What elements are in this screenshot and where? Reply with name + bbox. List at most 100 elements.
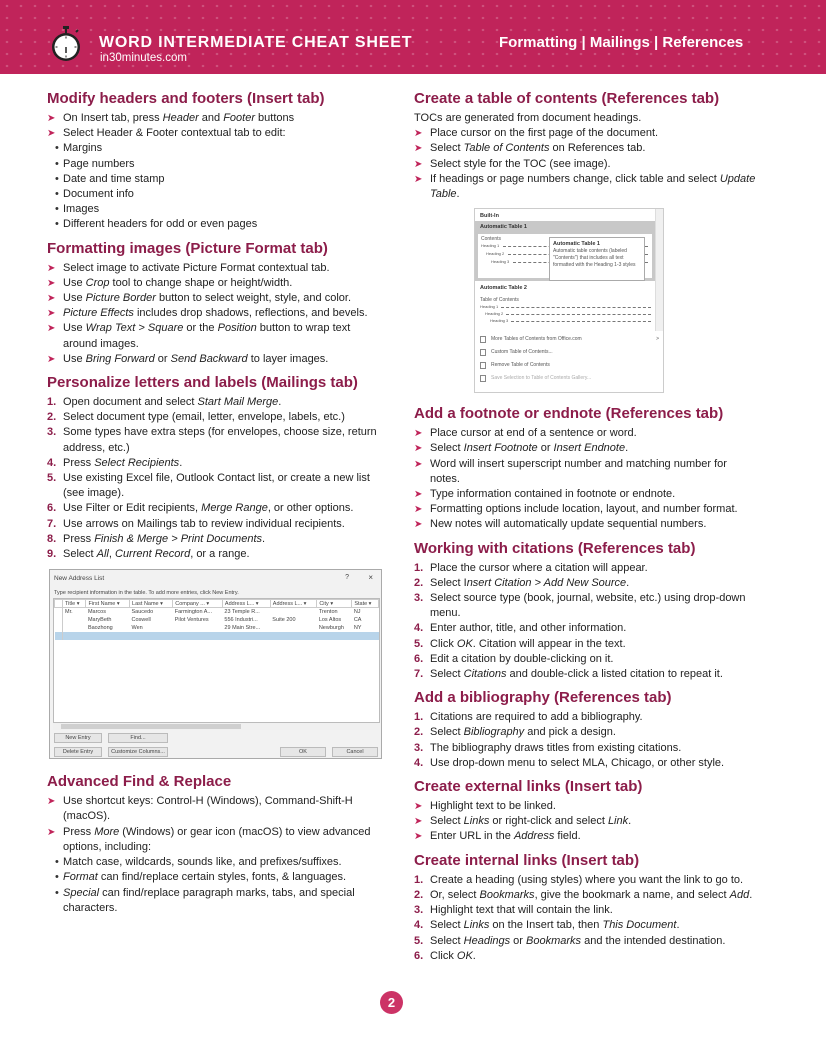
list-item: 1. Create a heading (using styles) where … (414, 873, 759, 888)
item-number: 7. (414, 668, 424, 681)
new-address-list-dialog: New Address List ? × Type recipient info… (49, 569, 382, 760)
table-cell[interactable]: Baozhong (86, 624, 130, 632)
table-cell[interactable]: 23 Temple R... (222, 608, 270, 616)
table-cell[interactable]: 29 Main Stre... (222, 624, 270, 632)
table-cell[interactable]: Mr. (63, 608, 86, 616)
column-header[interactable]: City ▾ (316, 599, 353, 609)
table-cell[interactable]: Saucedo (130, 608, 173, 616)
column-header[interactable]: First Name ▾ (85, 599, 131, 609)
toc-menu-item[interactable]: Remove Table of Contents (475, 359, 663, 372)
horizontal-scrollbar[interactable] (53, 723, 380, 731)
header-banner: WORD INTERMEDIATE CHEAT SHEET in30minute… (0, 0, 826, 74)
section-heading: Personalize letters and labels (Mailings… (47, 374, 358, 392)
list-item: 1. Open document and select Start Mail Me… (47, 395, 387, 410)
table-cell[interactable] (173, 624, 223, 632)
toc-menu-item[interactable]: Custom Table of Contents... (475, 346, 663, 359)
table-cell[interactable] (63, 616, 86, 624)
toc-menu-item[interactable]: Save Selection to Table of Contents Gall… (475, 372, 663, 385)
ok-button[interactable]: OK (280, 747, 326, 758)
list-item: 2. Select Insert Citation > Add New Sourc… (414, 576, 759, 591)
table-cell[interactable] (172, 631, 223, 640)
table-cell[interactable]: NY (352, 624, 379, 632)
contents-label: Contents (481, 236, 502, 243)
help-button[interactable]: ? (345, 574, 349, 581)
dialog-hint: Type recipient information in the table.… (54, 590, 239, 597)
table-cell[interactable]: NJ (352, 608, 379, 616)
column-header[interactable]: Address L... ▾ (221, 599, 271, 609)
table-cell[interactable] (351, 631, 379, 640)
table-row[interactable]: MaryBeth Coswell Pilot Ventures 556 Industr… (54, 615, 379, 624)
find-button[interactable]: Find... (108, 733, 168, 744)
table-cell[interactable]: MaryBeth (86, 616, 130, 624)
list-item: 1. Citations are required to add a biblio… (414, 710, 759, 725)
list-item: Select style for the TOC (see image). (414, 157, 759, 172)
table-cell[interactable] (129, 631, 173, 640)
menu-item-label: Custom Table of Contents... (491, 349, 553, 356)
address-grid: Title ▾ First Name ▾ Last Name ▾ Company ..… (53, 598, 380, 724)
row-selector[interactable] (54, 631, 63, 640)
table-cell[interactable] (316, 631, 352, 640)
automatic-table-2-option[interactable]: Automatic Table 2 (480, 285, 527, 291)
table-cell[interactable] (62, 631, 86, 640)
close-icon[interactable]: × (368, 573, 373, 582)
table-cell[interactable]: Trenton (317, 608, 352, 616)
table-cell[interactable] (270, 624, 317, 632)
list-item: Use Picture Border button to select weig… (47, 291, 387, 306)
table-cell[interactable]: Coswell (130, 616, 173, 624)
column-header[interactable]: Address L... ▾ (269, 599, 318, 609)
table-cell[interactable]: Los Altos (317, 616, 352, 624)
customize-columns-button[interactable]: Customize Columns... (108, 747, 168, 758)
table-cell[interactable] (222, 631, 271, 640)
row-selector[interactable] (54, 607, 63, 616)
table-cell[interactable]: Farmington A... (173, 608, 223, 616)
table-cell[interactable]: Suite 200 (270, 616, 317, 624)
table-row[interactable]: Mr. Marcos Saucedo Farmington A... 23 Temple… (54, 607, 379, 616)
scrollbar-thumb[interactable] (61, 724, 241, 730)
table-row[interactable] (54, 631, 379, 640)
column-header[interactable]: Title ▾ (61, 599, 87, 609)
section-heading: Working with citations (References tab) (414, 539, 696, 557)
section-find-replace: Advanced Find & Replace Use shortcut key… (47, 773, 387, 916)
heading-1-label: Heading 1 (481, 243, 500, 249)
table-cell[interactable] (270, 631, 317, 640)
table-cell[interactable]: 556 Industri... (222, 616, 270, 624)
column-header[interactable]: Company ... ▾ (172, 599, 223, 609)
column-header[interactable]: State ▾ (351, 599, 379, 609)
section-toc: Create a table of contents (References t… (414, 90, 759, 394)
section-heading: Modify headers and footers (Insert tab) (47, 90, 325, 107)
item-number: 2. (414, 576, 424, 589)
table-cell[interactable]: CA (352, 616, 379, 624)
list-item: 6. Use Filter or Edit recipients, Merge R… (47, 501, 387, 516)
cancel-button[interactable]: Cancel (332, 747, 378, 758)
stopwatch-icon (52, 26, 80, 61)
bullet-list: Highlight text to be linked.Select Links… (414, 799, 759, 845)
item-number: 8. (47, 532, 57, 545)
vertical-scrollbar[interactable] (655, 209, 663, 332)
table-cell[interactable] (63, 624, 86, 632)
table-cell[interactable]: Wen (130, 624, 173, 632)
table-row[interactable]: Baozhong Wen 29 Main Stre... Newburgh NY (54, 623, 379, 632)
list-item: 2. Select Bibliography and pick a design. (414, 725, 759, 740)
new-entry-button[interactable]: New Entry (54, 733, 102, 744)
row-selector[interactable] (54, 615, 63, 624)
bullet-list: Place cursor on the first page of the do… (414, 126, 759, 202)
list-item: 7. Use arrows on Mailings tab to review i… (47, 517, 387, 532)
list-item: Highlight text to be linked. (414, 799, 759, 814)
table-cell[interactable]: Pilot Ventures (173, 616, 223, 624)
section-citations: Working with citations (References tab) … (414, 540, 759, 683)
list-item: Match case, wildcards, sounds like, and … (47, 855, 387, 870)
list-item: Images (47, 202, 387, 217)
chevron-right-icon: > (656, 336, 659, 343)
table-cell[interactable]: Newburgh (317, 624, 352, 632)
table-cell[interactable]: Marcos (86, 608, 130, 616)
delete-entry-button[interactable]: Delete Entry (54, 747, 102, 758)
bullet-list: Place cursor at end of a sentence or wor… (414, 426, 759, 533)
list-item: Document info (47, 187, 387, 202)
table-cell[interactable] (270, 608, 317, 616)
item-number: 5. (414, 934, 424, 947)
row-selector[interactable] (54, 623, 63, 632)
column-header[interactable]: Last Name ▾ (129, 599, 174, 609)
toc-menu-item[interactable]: More Tables of Contents from Office.com > (475, 333, 663, 346)
item-number: 6. (414, 949, 424, 962)
table-cell[interactable] (85, 631, 130, 640)
